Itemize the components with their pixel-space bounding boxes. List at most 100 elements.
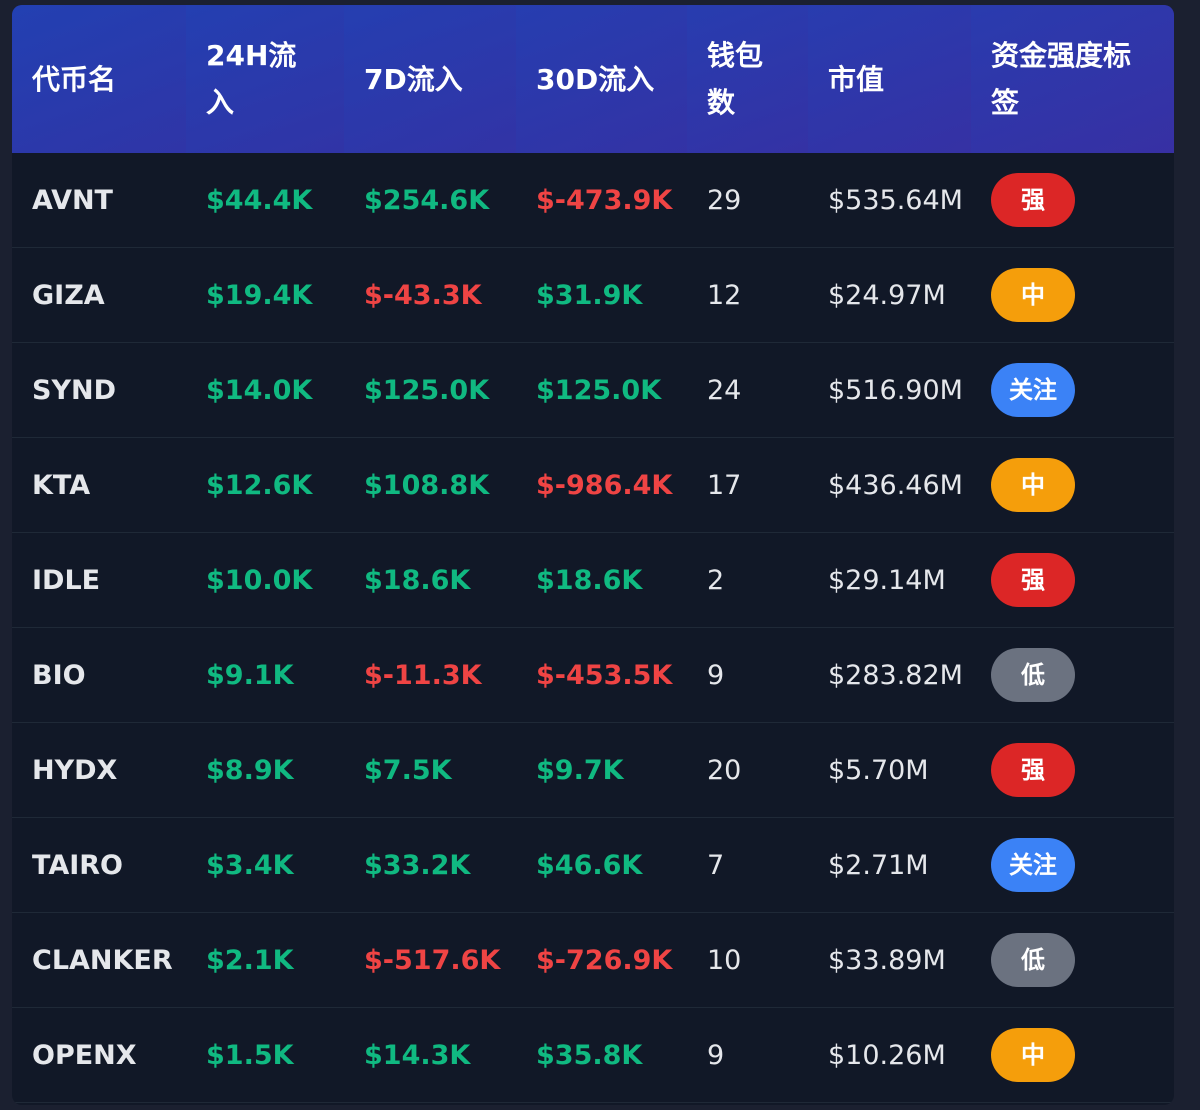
market-cap: $24.97M <box>808 247 971 343</box>
inflow-30d: $31.9K <box>516 247 687 343</box>
inflow-7d: $-11.3K <box>344 627 516 723</box>
header-30d-inflow[interactable]: 30D流入 <box>516 5 687 153</box>
wallet-count: 2 <box>687 532 808 628</box>
inflow-7d: $33.2K <box>344 817 516 913</box>
token-name: HYDX <box>12 722 186 818</box>
inflow-7d: $108.8K <box>344 437 516 533</box>
wallet-count: 7 <box>687 817 808 913</box>
header-strength-tag[interactable]: 资金强度标签 <box>971 5 1174 153</box>
token-name: AVNT <box>12 153 186 248</box>
strength-badge: 中 <box>991 268 1075 322</box>
strength-tag-cell: 低 <box>971 627 1174 723</box>
token-name: BIO <box>12 627 186 723</box>
strength-tag-cell: 关注 <box>971 817 1174 913</box>
inflow-24h: $1.5K <box>186 1007 344 1103</box>
strength-badge: 中 <box>991 458 1075 512</box>
inflow-30d: $46.6K <box>516 817 687 913</box>
inflow-30d: $-986.4K <box>516 437 687 533</box>
token-name: OPENX <box>12 1007 186 1103</box>
table-row[interactable]: KTA $12.6K $108.8K $-986.4K 17 $436.46M 中 <box>12 437 1174 533</box>
strength-tag-cell: 中 <box>971 437 1174 533</box>
token-name: IDLE <box>12 532 186 628</box>
strength-badge: 低 <box>991 648 1075 702</box>
table-header-row: 代币名 24H流入 7D流入 30D流入 钱包数 市值 资金强度标签 <box>12 5 1174 153</box>
market-cap: $2.71M <box>808 817 971 913</box>
strength-badge: 低 <box>991 933 1075 987</box>
strength-badge: 强 <box>991 743 1075 797</box>
inflow-24h: $9.1K <box>186 627 344 723</box>
strength-badge: 关注 <box>991 838 1075 892</box>
header-24h-inflow[interactable]: 24H流入 <box>186 5 344 153</box>
fund-flow-table: 代币名 24H流入 7D流入 30D流入 钱包数 市值 资金强度标签 AVNT $… <box>12 5 1174 1103</box>
header-token[interactable]: 代币名 <box>12 5 186 153</box>
table-row[interactable]: GIZA $19.4K $-43.3K $31.9K 12 $24.97M 中 <box>12 247 1174 343</box>
inflow-24h: $14.0K <box>186 342 344 438</box>
inflow-7d: $-517.6K <box>344 912 516 1008</box>
market-cap: $283.82M <box>808 627 971 723</box>
inflow-30d: $-453.5K <box>516 627 687 723</box>
strength-tag-cell: 中 <box>971 247 1174 343</box>
market-cap: $535.64M <box>808 153 971 248</box>
inflow-30d: $18.6K <box>516 532 687 628</box>
strength-badge: 关注 <box>991 363 1075 417</box>
table-row[interactable]: TAIRO $3.4K $33.2K $46.6K 7 $2.71M 关注 <box>12 817 1174 913</box>
inflow-7d: $125.0K <box>344 342 516 438</box>
token-name: KTA <box>12 437 186 533</box>
token-name: CLANKER <box>12 912 186 1008</box>
token-name: SYND <box>12 342 186 438</box>
wallet-count: 9 <box>687 627 808 723</box>
inflow-30d: $35.8K <box>516 1007 687 1103</box>
table-row[interactable]: CLANKER $2.1K $-517.6K $-726.9K 10 $33.89M 低 <box>12 912 1174 1008</box>
inflow-30d: $-473.9K <box>516 153 687 248</box>
inflow-7d: $254.6K <box>344 153 516 248</box>
header-wallets[interactable]: 钱包数 <box>687 5 808 153</box>
strength-badge: 强 <box>991 553 1075 607</box>
table-row[interactable]: OPENX $1.5K $14.3K $35.8K 9 $10.26M 中 <box>12 1007 1174 1103</box>
header-market-cap[interactable]: 市值 <box>808 5 971 153</box>
inflow-24h: $44.4K <box>186 153 344 248</box>
inflow-7d: $-43.3K <box>344 247 516 343</box>
table-row[interactable]: IDLE $10.0K $18.6K $18.6K 2 $29.14M 强 <box>12 532 1174 628</box>
inflow-30d: $-726.9K <box>516 912 687 1008</box>
inflow-24h: $12.6K <box>186 437 344 533</box>
inflow-24h: $3.4K <box>186 817 344 913</box>
strength-tag-cell: 关注 <box>971 342 1174 438</box>
inflow-24h: $19.4K <box>186 247 344 343</box>
strength-badge: 中 <box>991 1028 1075 1082</box>
inflow-7d: $14.3K <box>344 1007 516 1103</box>
header-7d-inflow[interactable]: 7D流入 <box>344 5 516 153</box>
table-row[interactable]: AVNT $44.4K $254.6K $-473.9K 29 $535.64M 强 <box>12 153 1174 248</box>
table-row[interactable]: BIO $9.1K $-11.3K $-453.5K 9 $283.82M 低 <box>12 627 1174 723</box>
strength-badge: 强 <box>991 173 1075 227</box>
token-name: GIZA <box>12 247 186 343</box>
table-row[interactable]: HYDX $8.9K $7.5K $9.7K 20 $5.70M 强 <box>12 722 1174 818</box>
strength-tag-cell: 强 <box>971 532 1174 628</box>
market-cap: $33.89M <box>808 912 971 1008</box>
table-row[interactable]: SYND $14.0K $125.0K $125.0K 24 $516.90M 关注 <box>12 342 1174 438</box>
strength-tag-cell: 中 <box>971 1007 1174 1103</box>
inflow-30d: $125.0K <box>516 342 687 438</box>
wallet-count: 24 <box>687 342 808 438</box>
wallet-count: 9 <box>687 1007 808 1103</box>
strength-tag-cell: 低 <box>971 912 1174 1008</box>
inflow-30d: $9.7K <box>516 722 687 818</box>
market-cap: $436.46M <box>808 437 971 533</box>
market-cap: $5.70M <box>808 722 971 818</box>
strength-tag-cell: 强 <box>971 722 1174 818</box>
wallet-count: 17 <box>687 437 808 533</box>
fund-flow-table-card: 代币名 24H流入 7D流入 30D流入 钱包数 市值 资金强度标签 AVNT $… <box>12 5 1174 1105</box>
strength-tag-cell: 强 <box>971 153 1174 248</box>
wallet-count: 12 <box>687 247 808 343</box>
wallet-count: 10 <box>687 912 808 1008</box>
inflow-24h: $2.1K <box>186 912 344 1008</box>
wallet-count: 29 <box>687 153 808 248</box>
market-cap: $29.14M <box>808 532 971 628</box>
inflow-24h: $10.0K <box>186 532 344 628</box>
inflow-24h: $8.9K <box>186 722 344 818</box>
inflow-7d: $7.5K <box>344 722 516 818</box>
market-cap: $516.90M <box>808 342 971 438</box>
market-cap: $10.26M <box>808 1007 971 1103</box>
token-name: TAIRO <box>12 817 186 913</box>
wallet-count: 20 <box>687 722 808 818</box>
inflow-7d: $18.6K <box>344 532 516 628</box>
